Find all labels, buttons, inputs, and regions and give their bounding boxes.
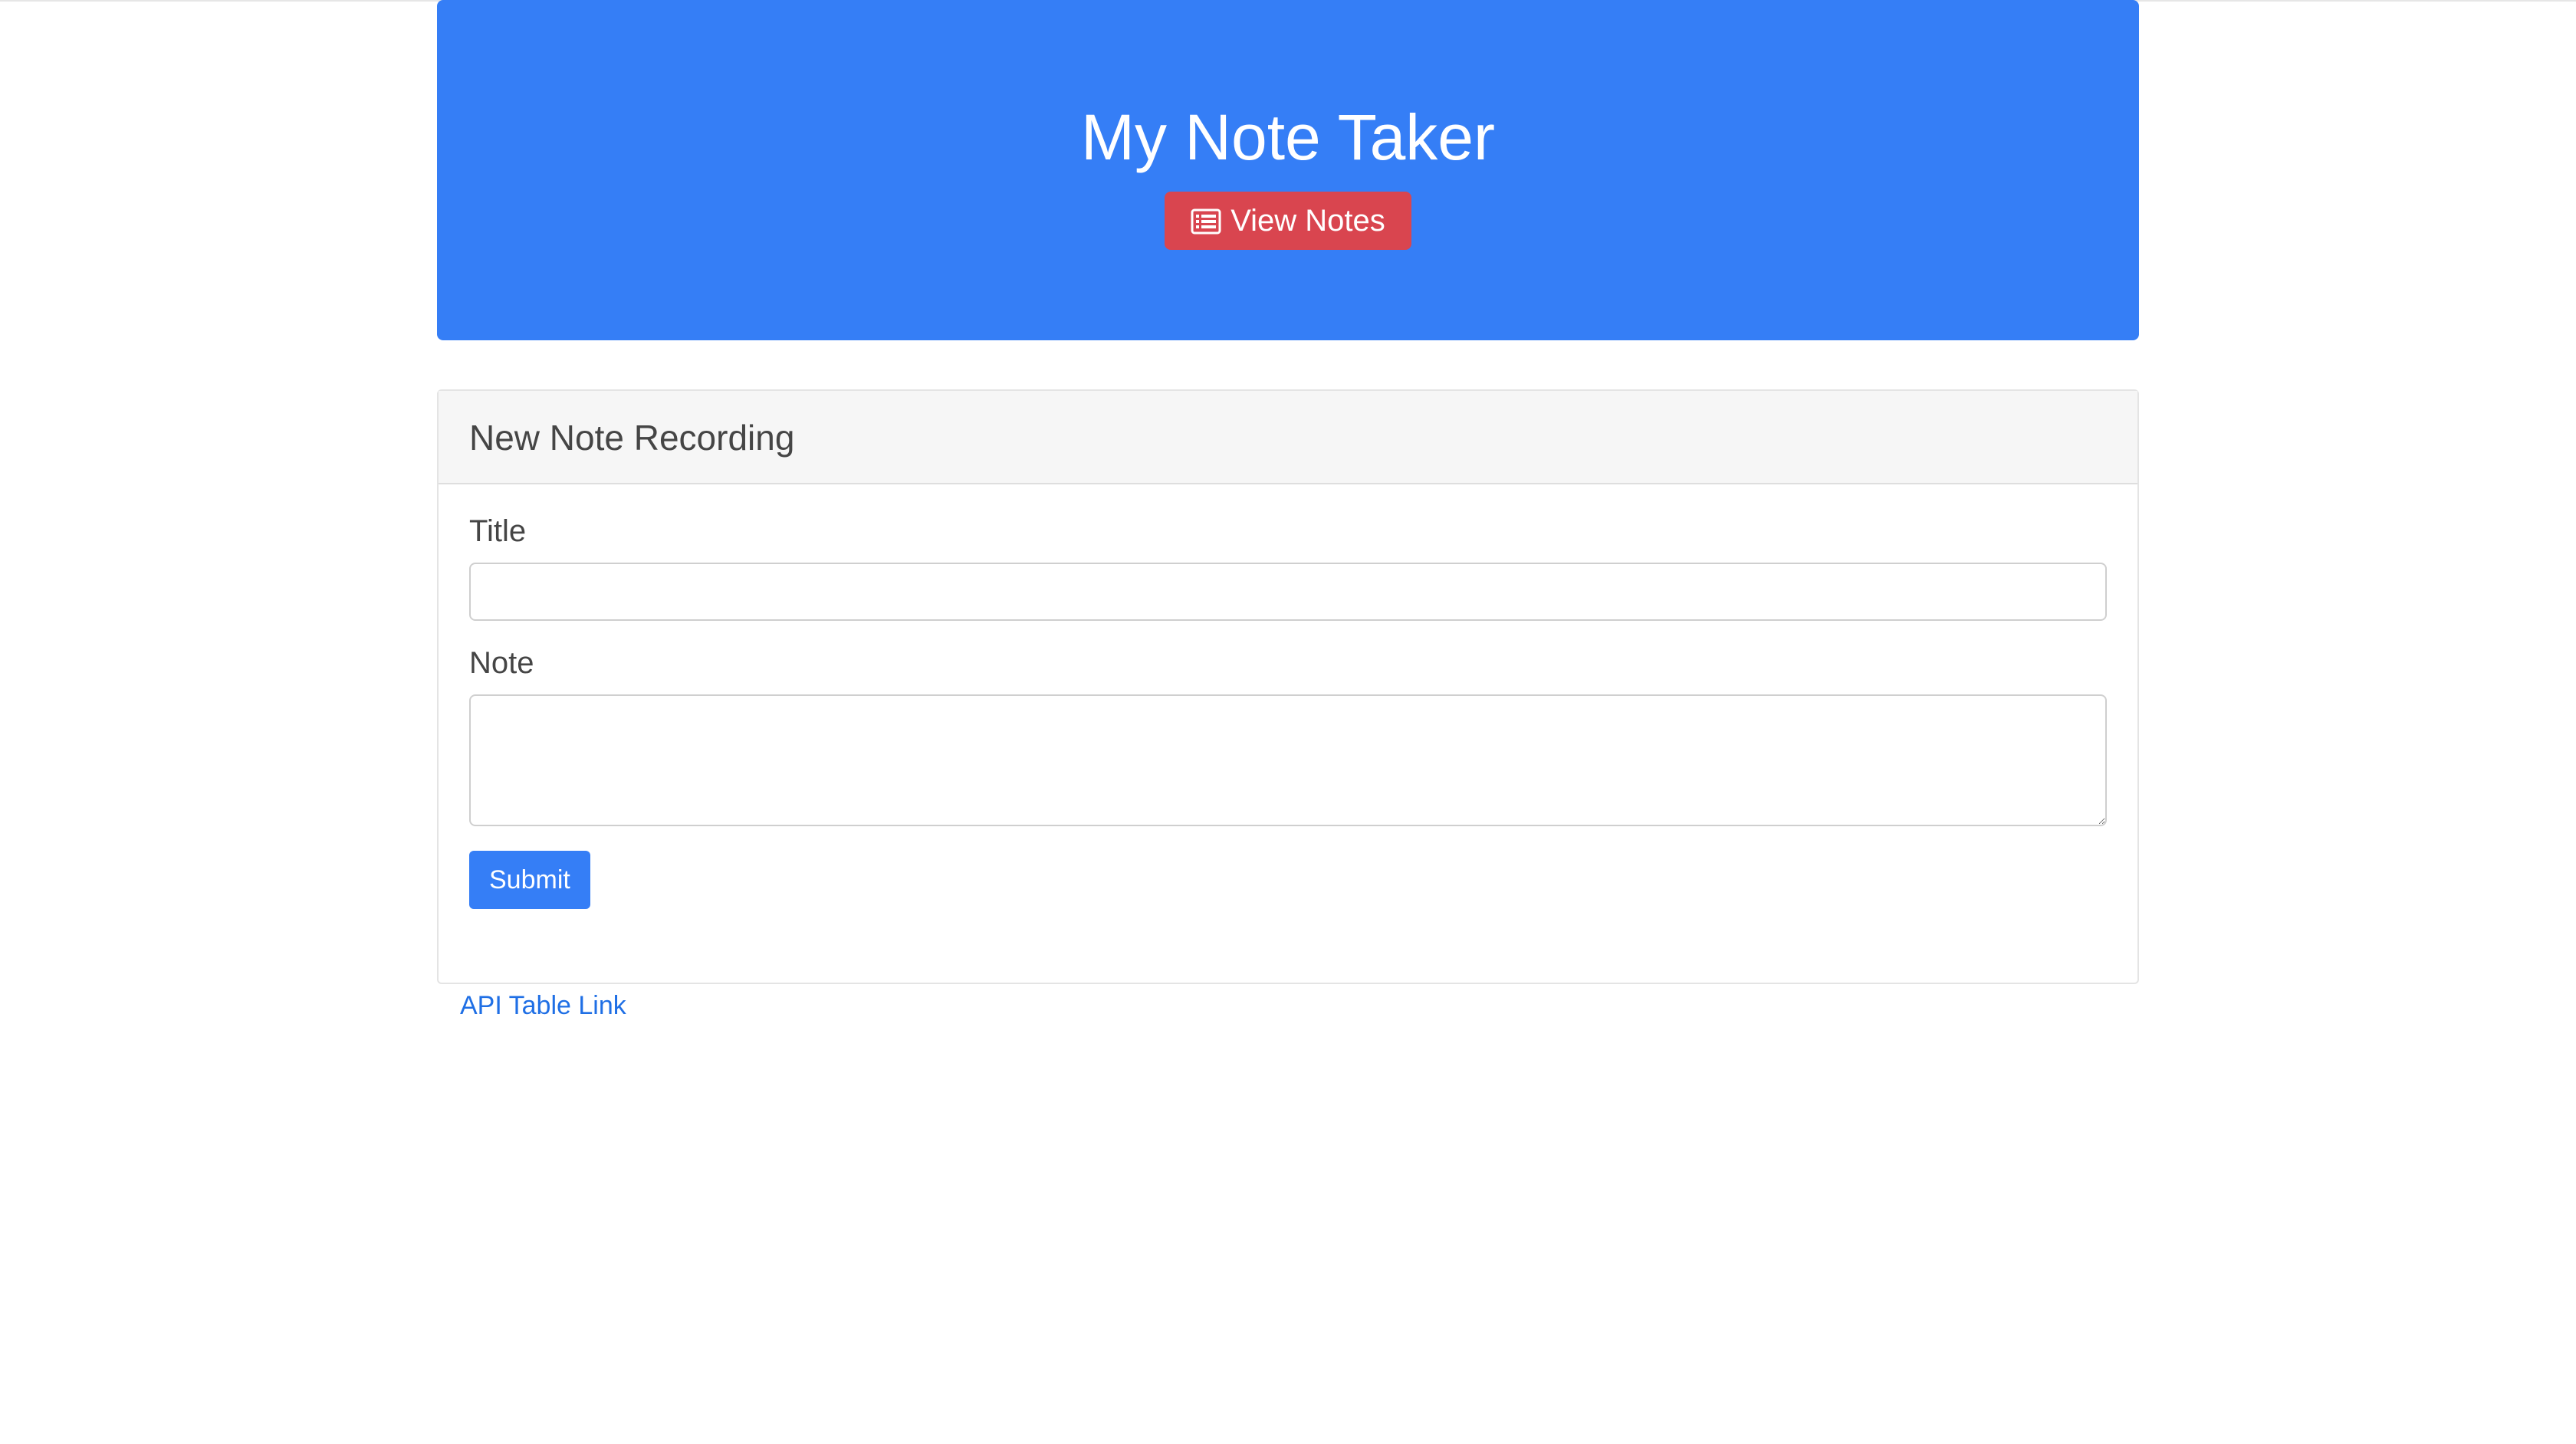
main-container: My Note Taker View Notes New Note Record…: [437, 0, 2139, 1022]
note-textarea[interactable]: [469, 694, 2107, 826]
title-input[interactable]: [469, 563, 2107, 621]
view-notes-label: View Notes: [1230, 203, 1385, 238]
note-label: Note: [469, 646, 534, 680]
new-note-card: New Note Recording Title Note Submit: [437, 389, 2139, 984]
submit-button[interactable]: Submit: [469, 851, 590, 909]
note-form: Title Note Submit: [439, 484, 2137, 909]
title-label: Title: [469, 514, 527, 548]
card-title: New Note Recording: [439, 391, 2137, 484]
view-notes-button[interactable]: View Notes: [1165, 192, 1411, 250]
list-alt-icon: [1191, 208, 1221, 235]
api-table-link[interactable]: API Table Link: [460, 989, 626, 1022]
hero-banner: My Note Taker View Notes: [437, 0, 2139, 340]
page-title: My Note Taker: [1081, 101, 1495, 173]
